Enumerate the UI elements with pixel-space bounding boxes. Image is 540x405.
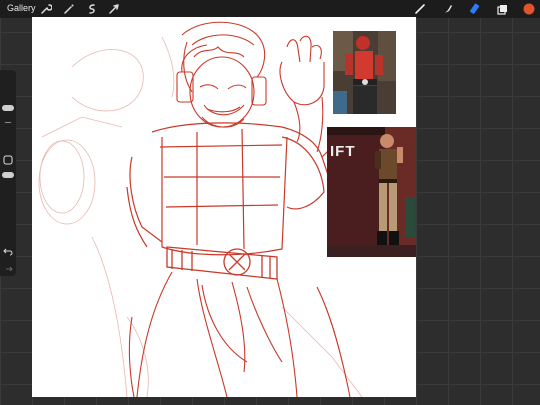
- brush-size-slider[interactable]: [2, 105, 14, 111]
- modify-button[interactable]: [3, 152, 13, 165]
- drawing-canvas[interactable]: IFT: [32, 17, 416, 397]
- layers-icon[interactable]: [495, 2, 509, 16]
- top-toolbar: Gallery: [0, 0, 540, 18]
- magic-wand-icon[interactable]: [62, 2, 76, 16]
- undo-icon[interactable]: [3, 243, 13, 256]
- transform-arrow-icon[interactable]: [107, 2, 121, 16]
- color-swatch[interactable]: [522, 2, 536, 16]
- redo-icon[interactable]: [3, 261, 13, 272]
- brush-icon[interactable]: [413, 2, 427, 16]
- eraser-icon[interactable]: [468, 2, 482, 16]
- selection-icon[interactable]: [85, 2, 99, 16]
- opacity-slider[interactable]: [2, 172, 14, 178]
- wrench-icon[interactable]: [39, 2, 53, 16]
- smudge-icon[interactable]: [441, 2, 455, 16]
- slider-divider: [5, 122, 11, 123]
- reference-sign-text: IFT: [330, 143, 356, 160]
- reference-image-bottom[interactable]: IFT: [327, 127, 416, 257]
- left-sidebar: [0, 70, 16, 276]
- reference-image-top[interactable]: [333, 31, 396, 114]
- gallery-button[interactable]: Gallery: [7, 3, 36, 13]
